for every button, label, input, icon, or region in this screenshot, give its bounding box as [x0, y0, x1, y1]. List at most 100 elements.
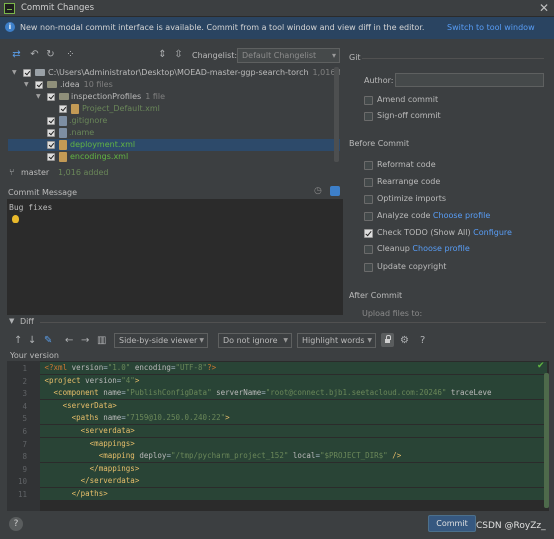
tree-row-idea[interactable]: ▼ .idea 10 files [8, 79, 340, 91]
section-divider [362, 58, 544, 59]
xml-file-icon [59, 152, 67, 162]
changelist-label: Changelist: [192, 51, 238, 60]
branch-icon: ⑂ [9, 168, 15, 178]
tree-item-name: Project_Default.xml [82, 104, 160, 113]
lightbulb-icon[interactable] [12, 215, 19, 223]
tree-row-root[interactable]: ▼ C:\Users\Administrator\Desktop\MOEAD-m… [8, 67, 340, 79]
tree-item-name: deployment.xml [70, 140, 136, 149]
tree-row-name[interactable]: .name [8, 127, 340, 139]
folder-icon [35, 69, 45, 76]
commit-message-options-icon[interactable] [330, 186, 340, 196]
refresh-icon[interactable]: ↻ [44, 48, 57, 61]
arrow-down-icon[interactable]: ↓ [28, 334, 36, 347]
help-icon[interactable]: ? [420, 334, 425, 347]
expand-all-icon[interactable]: ⇕ [156, 48, 169, 61]
help-button[interactable]: ? [9, 517, 23, 531]
info-icon: i [5, 22, 15, 32]
tree-checkbox[interactable] [47, 153, 55, 161]
show-diff-icon[interactable]: ⇄ [10, 48, 23, 61]
chevron-down-icon[interactable]: ▼ [9, 317, 14, 325]
tree-checkbox[interactable] [47, 117, 55, 125]
chevron-down-icon[interactable]: ▼ [12, 67, 20, 79]
pycharm-app-icon [4, 3, 15, 14]
tree-checkbox[interactable] [59, 105, 67, 113]
check-todo-checkbox[interactable] [364, 229, 373, 238]
tree-checkbox[interactable] [47, 93, 55, 101]
rollback-icon[interactable]: ↶ [28, 48, 41, 61]
tree-row-inspection-profiles[interactable]: ▼ inspectionProfiles 1 file [8, 91, 340, 103]
switch-to-tool-window-link[interactable]: Switch to tool window [447, 23, 535, 32]
changelist-select[interactable]: Default Changelist ▾ [237, 48, 340, 63]
configure-link[interactable]: Configure [473, 228, 512, 237]
arrow-right-icon[interactable]: → [81, 334, 89, 347]
arrow-left-icon[interactable]: ← [65, 334, 73, 347]
signoff-checkbox[interactable] [364, 112, 373, 121]
viewer-select[interactable]: Side-by-side viewer ▼ [114, 333, 208, 348]
cleanup-choose-profile-link[interactable]: Choose profile [412, 244, 469, 253]
code-line: </mappings> [40, 462, 547, 475]
split-view-icon[interactable]: ▥ [97, 334, 106, 347]
watermark-text: CSDN @RoyZz_ [476, 521, 546, 531]
code-scrollbar[interactable] [544, 373, 549, 508]
viewer-value: Side-by-side viewer [119, 336, 198, 345]
group-by-icon[interactable]: ⁘ [64, 48, 77, 61]
optimize-label: Optimize imports [377, 194, 446, 203]
reformat-checkbox[interactable] [364, 161, 373, 170]
tree-scrollbar[interactable] [334, 67, 339, 162]
collapse-all-icon[interactable]: ⇳ [172, 48, 185, 61]
analyze-choose-profile-link[interactable]: Choose profile [433, 211, 490, 220]
history-icon[interactable]: ◷ [314, 186, 322, 196]
edit-source-icon[interactable]: ✎ [44, 334, 52, 347]
commit-message-input[interactable]: Bug fixes [7, 199, 343, 315]
tree-checkbox[interactable] [47, 129, 55, 137]
arrow-up-icon[interactable]: ↑ [14, 334, 22, 347]
chevron-down-icon[interactable]: ▼ [36, 91, 44, 103]
optimize-checkbox[interactable] [364, 195, 373, 204]
close-button[interactable]: ✕ [539, 1, 549, 15]
tree-item-name: C:\Users\Administrator\Desktop\MOEAD-mas… [48, 68, 309, 77]
ignore-select[interactable]: Do not ignore ▼ [218, 333, 292, 348]
commit-button[interactable]: Commit [428, 515, 476, 532]
author-input[interactable] [395, 73, 544, 87]
tree-row-encodings[interactable]: encodings.xml [8, 151, 340, 163]
diff-section-label: Diff [20, 317, 34, 326]
rearrange-checkbox[interactable] [364, 178, 373, 187]
tree-row-project-default[interactable]: Project_Default.xml [8, 103, 340, 115]
tree-item-name: inspectionProfiles [71, 92, 142, 101]
line-number: 7 [22, 439, 27, 449]
amend-checkbox[interactable] [364, 96, 373, 105]
highlight-select[interactable]: Highlight words ▼ [297, 333, 376, 348]
tree-item-name: .gitignore [69, 116, 108, 125]
git-section-header: Git [349, 53, 361, 62]
non-modal-banner: i New non-modal commit interface is avai… [0, 17, 554, 39]
diff-code-view[interactable]: 1 2 3 4 5 6 7 8 9 10 11 <?xml version="1.0" encodi… [7, 361, 549, 511]
xml-file-icon [71, 104, 79, 114]
line-number: 3 [22, 389, 27, 399]
line-number: 6 [22, 427, 27, 436]
tree-checkbox[interactable] [23, 69, 31, 77]
chevron-down-icon: ▼ [199, 337, 204, 344]
gear-icon[interactable]: ⚙ [400, 334, 409, 347]
analyze-checkbox[interactable] [364, 212, 373, 221]
file-icon [59, 116, 67, 126]
commit-message-label: Commit Message [8, 188, 78, 197]
tree-checkbox[interactable] [47, 141, 55, 149]
xml-file-icon [59, 140, 67, 150]
copyright-checkbox[interactable] [364, 263, 373, 272]
line-number: 8 [22, 452, 27, 462]
tree-item-name: encodings.xml [70, 152, 129, 161]
chevron-down-icon[interactable]: ▼ [24, 79, 32, 91]
diff-divider [40, 322, 546, 323]
code-line: <serverData> [40, 399, 547, 412]
amend-label: Amend commit [377, 95, 439, 104]
commit-message-text: Bug fixes [9, 203, 53, 212]
tree-row-gitignore[interactable]: .gitignore [8, 115, 340, 127]
tree-checkbox[interactable] [35, 81, 43, 89]
your-version-label: Your version [10, 351, 59, 360]
lock-icon[interactable] [381, 333, 394, 347]
cleanup-checkbox[interactable] [364, 245, 373, 254]
banner-text: New non-modal commit interface is availa… [20, 23, 425, 32]
line-number: 5 [22, 414, 27, 424]
code-line: </serverdata> [40, 475, 547, 488]
tree-row-deployment[interactable]: deployment.xml [8, 139, 340, 151]
